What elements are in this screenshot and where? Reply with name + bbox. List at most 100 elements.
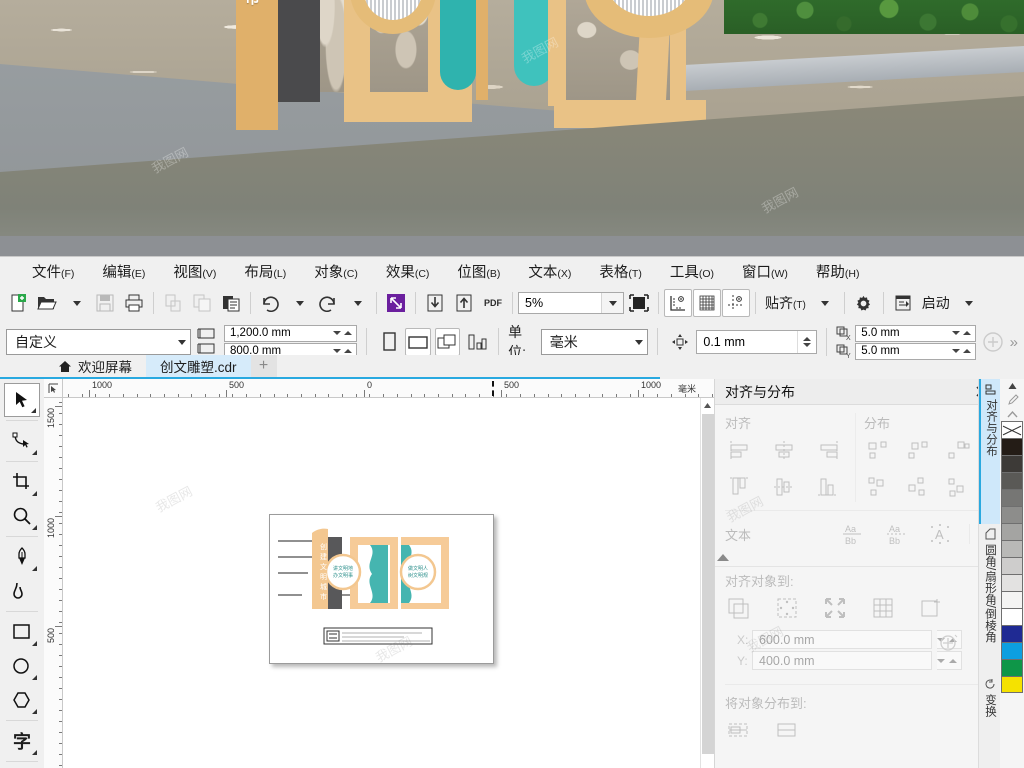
redo-icon[interactable] [314,289,342,317]
canvas-vertical-scrollbar[interactable] [700,398,714,768]
distribute-center-v-icon[interactable] [904,472,934,502]
redo-dropdown-icon[interactable] [343,289,371,317]
import-icon[interactable] [421,289,449,317]
save-document-icon[interactable] [91,289,119,317]
text-outline-icon[interactable]: A [925,519,955,549]
show-guidelines-icon[interactable] [722,289,750,317]
open-dropdown-icon[interactable] [62,289,90,317]
page-height-spinners[interactable] [329,349,356,353]
launch-dropdown-icon[interactable] [955,289,983,317]
text-baseline-icon[interactable]: Aa Bb [837,519,867,549]
zoom-input[interactable] [519,293,601,313]
swatch[interactable] [1001,540,1023,557]
align-to-center-of-page-icon[interactable] [821,594,851,624]
swatch[interactable] [1001,608,1023,625]
duplicate-x-input[interactable] [856,325,949,341]
portrait-orientation-icon[interactable] [376,328,401,356]
landscape-orientation-icon[interactable] [405,328,431,356]
distribute-top-icon[interactable] [864,472,894,502]
duplicate-y-field[interactable] [855,342,977,360]
undo-dropdown-icon[interactable] [285,289,313,317]
export-icon[interactable] [450,289,478,317]
distribute-spacing-h-icon[interactable] [944,436,974,466]
show-rulers-icon[interactable] [664,289,692,317]
pdf-export-icon[interactable]: PDF [479,289,507,317]
add-property-icon[interactable] [980,328,1005,356]
polygon-tool[interactable] [4,683,40,717]
new-document-icon[interactable] [4,289,32,317]
zoom-level-combo[interactable] [518,292,624,314]
pick-point-icon[interactable] [938,631,960,653]
eyedropper-icon[interactable] [1001,393,1023,407]
horizontal-ruler[interactable]: 1000500050010001500毫米 [44,379,864,398]
menu-table[interactable]: 表格(T) [585,259,655,284]
scroll-up-button[interactable] [701,398,714,413]
property-overflow-icon[interactable]: » [1010,334,1018,351]
snap-dropdown-icon[interactable] [811,289,839,317]
swatch[interactable] [1001,523,1023,540]
palette-scroll-up2-icon[interactable] [1001,407,1023,421]
scroll-thumb[interactable] [702,414,714,754]
docker-tab-transform[interactable]: 变换 [979,674,1001,721]
distribute-spacing-v-icon[interactable] [944,472,974,502]
align-left-icon[interactable] [725,436,755,466]
align-to-specified-point-icon[interactable] [917,594,947,624]
gear-icon[interactable] [850,289,878,317]
menu-window[interactable]: 窗口(W) [728,259,802,284]
paste-icon[interactable] [217,289,245,317]
vertical-ruler[interactable]: 1500 1000 500 [44,398,63,768]
pick-tool[interactable] [4,383,40,417]
units-combo[interactable]: 毫米 [540,329,649,355]
snap-to-button[interactable]: 贴齐(T) [761,293,810,313]
distribute-to-page-icon[interactable] [773,716,803,746]
print-icon[interactable] [120,289,148,317]
swatch[interactable] [1001,642,1023,659]
align-to-active-object-icon[interactable] [725,594,755,624]
menu-help[interactable]: 帮助(H) [802,259,874,284]
launch-app-icon[interactable] [889,289,917,317]
duplicate-y-spinners[interactable] [948,349,975,353]
palette-scroll-up-icon[interactable] [1001,379,1023,393]
nudge-input[interactable] [697,331,798,353]
zoom-tool[interactable] [4,499,40,533]
shape-tool[interactable] [4,424,40,458]
tab-welcome-screen[interactable]: 欢迎屏幕 [44,355,146,377]
docker-tab-align-distribute[interactable]: 对齐与分布 [979,379,1001,524]
copy-icon[interactable] [188,289,216,317]
page-width-spinners[interactable] [329,331,356,335]
bleed-icon[interactable] [464,328,489,356]
swatch-none[interactable] [1001,421,1023,438]
page-width-field[interactable] [223,324,357,342]
nudge-spinners[interactable] [797,331,816,353]
swatch[interactable] [1001,574,1023,591]
align-center-horizontal-icon[interactable] [769,436,799,466]
text-tool[interactable]: 字 [4,724,40,758]
swatch[interactable] [1001,455,1023,472]
rectangle-tool[interactable] [4,615,40,649]
swatch[interactable] [1001,676,1023,693]
document-page[interactable]: 讲文明地 办文明事 做文明人 树文明规 创 建 文 明 城 市 [269,514,494,664]
distribute-left-icon[interactable] [864,436,894,466]
ellipse-tool[interactable] [4,649,40,683]
menu-layout[interactable]: 布局(L) [230,259,300,284]
search-content-icon[interactable] [382,289,410,317]
align-to-grid-icon[interactable] [869,594,899,624]
swatch[interactable] [1001,472,1023,489]
menu-edit[interactable]: 编辑(E) [88,259,159,284]
cut-icon[interactable] [159,289,187,317]
align-center-vertical-icon[interactable] [769,472,799,502]
swatch[interactable] [1001,489,1023,506]
zoom-dropdown-icon[interactable] [601,293,623,313]
docker-tab-corner[interactable]: 圆角/扇形角/倒棱角 [979,524,1001,674]
launch-label[interactable]: 启动 [918,293,954,313]
page-layout-icon[interactable] [434,328,460,356]
align-y-input[interactable]: 400.0 mm [752,651,932,670]
page-width-input[interactable] [224,325,329,341]
distribute-to-selection-icon[interactable] [725,716,755,746]
menu-bitmap[interactable]: 位图(B) [443,259,514,284]
page-preset-combo[interactable]: 自定义 [6,329,191,355]
zoom-to-fit-icon[interactable] [625,289,653,317]
undo-icon[interactable] [256,289,284,317]
text-bounding-box-icon[interactable]: Aa Bb [881,519,911,549]
swatch[interactable] [1001,438,1023,455]
